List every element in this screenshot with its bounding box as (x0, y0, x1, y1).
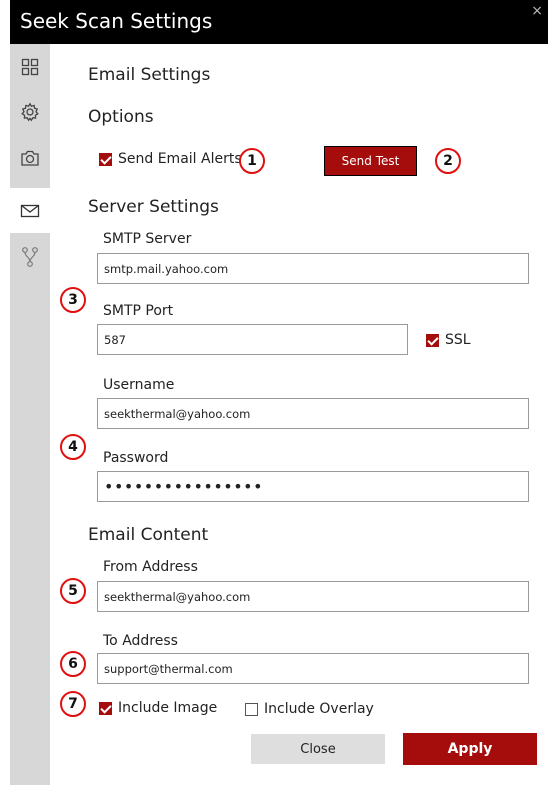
callout-badge-3: 3 (60, 287, 86, 313)
sidebar-item-dashboard[interactable] (10, 44, 50, 89)
mail-icon (20, 203, 40, 219)
window-title: Seek Scan Settings (20, 9, 213, 33)
sidebar-item-email[interactable] (10, 188, 50, 233)
callout-badge-1: 1 (239, 148, 265, 174)
send-email-alerts-label: Send Email Alerts (118, 151, 242, 167)
callout-badge-5: 5 (60, 578, 86, 604)
email-content-heading: Email Content (88, 525, 209, 545)
branch-icon (21, 246, 39, 268)
sidebar (10, 44, 50, 785)
password-field[interactable] (97, 471, 529, 502)
smtp-port-label: SMTP Port (103, 303, 174, 319)
callout-badge-6: 6 (60, 651, 86, 677)
to-address-input[interactable] (97, 653, 529, 684)
include-overlay-label: Include Overlay (264, 701, 374, 717)
from-address-label: From Address (103, 559, 198, 575)
server-settings-heading: Server Settings (88, 197, 219, 217)
include-image-checkbox[interactable] (99, 702, 112, 715)
sidebar-item-settings[interactable] (10, 89, 50, 134)
include-image-label: Include Image (118, 700, 218, 716)
sidebar-item-integrations[interactable] (10, 234, 50, 279)
username-input[interactable] (97, 398, 529, 429)
callout-badge-7: 7 (60, 691, 86, 717)
options-heading: Options (88, 107, 154, 127)
send-test-button[interactable]: Send Test (324, 146, 417, 176)
title-bar: Seek Scan Settings × (10, 0, 548, 44)
ssl-checkbox[interactable] (426, 334, 439, 347)
page-title: Email Settings (88, 65, 211, 85)
callout-badge-2: 2 (435, 148, 461, 174)
from-address-input[interactable] (97, 581, 529, 612)
include-overlay-checkbox[interactable] (245, 703, 258, 716)
close-button[interactable]: Close (251, 734, 385, 764)
to-address-label: To Address (103, 633, 178, 649)
smtp-port-input[interactable] (97, 324, 408, 355)
close-window-button[interactable]: × (531, 3, 543, 19)
smtp-server-label: SMTP Server (103, 231, 192, 247)
send-email-alerts-checkbox[interactable] (99, 153, 112, 166)
grid-icon (21, 58, 39, 76)
camera-icon (20, 149, 40, 167)
smtp-server-input[interactable] (97, 253, 529, 284)
callout-badge-4: 4 (60, 434, 86, 460)
password-label: Password (103, 450, 169, 466)
apply-button[interactable]: Apply (403, 733, 537, 765)
sidebar-item-camera[interactable] (10, 135, 50, 180)
ssl-label: SSL (445, 332, 471, 348)
gear-icon (20, 102, 40, 122)
username-label: Username (103, 377, 175, 393)
